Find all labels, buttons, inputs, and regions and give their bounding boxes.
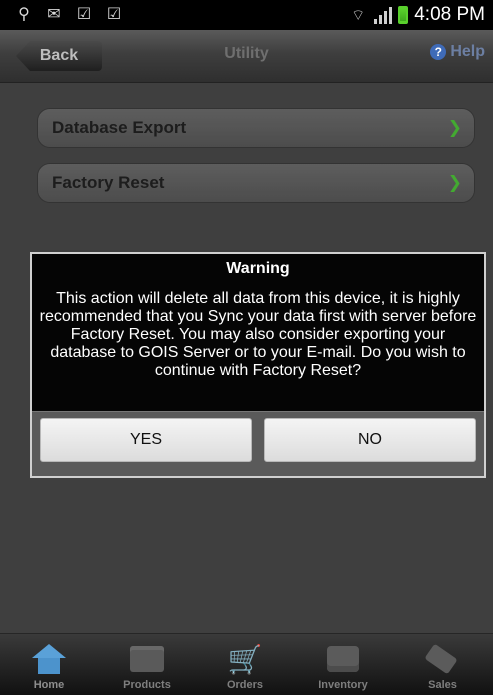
dialog-message: This action will delete all data from th… [39,290,477,379]
home-icon [30,640,68,678]
tab-orders[interactable]: 🛒 Orders [196,634,294,695]
cart-icon: 🛒 [227,643,263,675]
check-icon: ☑ [106,6,122,23]
help-button[interactable]: ? Help [430,43,485,61]
app-header: Back Utility ? Help [0,30,493,83]
tab-sales[interactable]: Sales [392,634,493,695]
usb-icon: ⚲ [18,6,30,23]
battery-icon [398,6,409,24]
bottom-tab-bar: Home Products 🛒 Orders Inventory Sales [0,633,493,695]
mail-icon: ✉ [47,6,61,23]
no-button[interactable]: NO [264,418,476,462]
tab-label: Sales [428,679,457,691]
yes-button[interactable]: YES [40,418,252,462]
page-title: Utility [224,45,269,62]
tab-label: Orders [226,679,264,691]
check-icon: ☑ [76,6,92,23]
tag-icon [422,640,460,678]
tab-products[interactable]: Products [98,634,196,695]
status-bar: ⚲ ✉ ☑ ☑ ⌔ 4:08 PM [0,0,493,30]
inbox-icon [324,640,362,678]
tab-inventory[interactable]: Inventory [294,634,392,695]
wifi-icon: ⌔ [351,6,366,24]
tab-label: Products [123,679,171,691]
help-icon: ? [430,44,447,60]
status-time: 4:08 PM [414,4,485,25]
tab-home[interactable]: Home [0,634,98,695]
tab-label: Home [33,679,65,691]
dialog-button-bar: YES NO [32,411,484,476]
warning-dialog: Warning This action will delete all data… [30,252,486,478]
tab-label: Inventory [318,679,368,691]
folder-icon [128,640,166,678]
help-label: Help [450,43,485,60]
signal-icon [374,6,393,24]
dialog-title: Warning [226,260,290,277]
